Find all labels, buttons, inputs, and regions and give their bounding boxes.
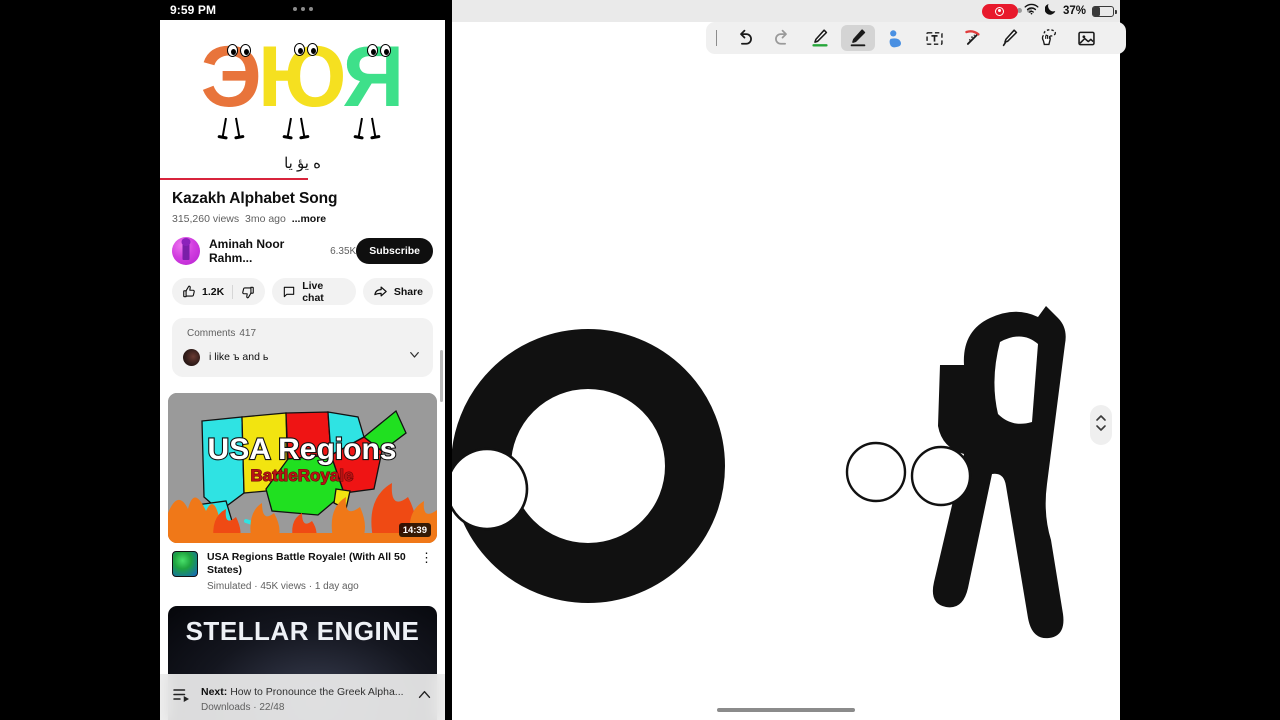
video-stats[interactable]: 315,260 views 3mo ago ...more xyxy=(172,213,433,225)
stellar-engine-title: STELLAR ENGINE xyxy=(185,616,420,647)
left-status-bar: 9:59 PM xyxy=(160,0,445,20)
svg-text:BattleRoyale: BattleRoyale xyxy=(251,466,354,485)
eyes-letter-yu xyxy=(293,43,318,56)
canvas-drawings xyxy=(445,306,1066,639)
thumbs-up-icon[interactable] xyxy=(182,285,196,299)
recommended-meta: Simulated · 45K views · 1 day ago xyxy=(207,581,359,593)
youtube-content: Э Ю Я ه يؤ يا Kazakh Alphabet Song 315,2… xyxy=(160,20,445,720)
video-player[interactable]: Э Ю Я ه يؤ يا xyxy=(160,20,445,180)
letter-ya: Я xyxy=(343,34,404,138)
subscriber-count: 6.35K xyxy=(330,245,357,257)
notes-drawing-app: 37% xyxy=(445,0,1126,720)
eyes-letter-e xyxy=(226,44,251,57)
comment-text: i like ъ and ь xyxy=(209,351,269,363)
legs-letter-yu xyxy=(286,117,306,138)
text-box-tool[interactable] xyxy=(917,25,951,51)
recommended-video-card[interactable]: USA Regions BattleRoyale 14:39 USA Regio… xyxy=(168,393,437,592)
page-navigator-button[interactable] xyxy=(1090,405,1112,445)
letter-e: Э xyxy=(201,34,262,138)
screen: 9:59 PM Э Ю Я ه يؤ يا Kazakh Alphabet So… xyxy=(0,0,1280,720)
pencil-tool[interactable] xyxy=(993,25,1027,51)
like-count: 1.2K xyxy=(202,285,225,298)
divider xyxy=(232,284,234,299)
thumbs-down-icon[interactable] xyxy=(241,285,255,299)
live-chat-button[interactable]: Live chat xyxy=(272,278,356,305)
youtube-slideover-panel: 9:59 PM Э Ю Я ه يؤ يا Kazakh Alphabet So… xyxy=(160,0,445,720)
subscribe-button[interactable]: Subscribe xyxy=(356,238,433,264)
letter-ya-shape xyxy=(845,306,1066,639)
next-title: How to Pronounce the Greek Alpha... xyxy=(230,685,404,698)
chat-bubble-icon xyxy=(282,285,296,299)
queue-play-icon xyxy=(172,687,191,707)
drawing-toolbar xyxy=(706,22,1126,54)
recommended-text: USA Regions Battle Royale! (With All 50 … xyxy=(207,551,416,592)
video-details-scroll: Kazakh Alphabet Song 315,260 views 3mo a… xyxy=(160,180,445,720)
queue-info: Downloads · 22/48 xyxy=(201,701,285,713)
next-line: Next: How to Pronounce the Greek Alpha..… xyxy=(201,686,404,698)
next-prefix: Next: xyxy=(201,685,228,698)
usa-map-graphic: USA Regions BattleRoyale xyxy=(168,393,437,543)
status-clock: 9:59 PM xyxy=(170,3,217,17)
video-thumbnail[interactable]: USA Regions BattleRoyale 14:39 xyxy=(168,393,437,543)
vertical-scrollbar[interactable] xyxy=(440,350,443,402)
chevron-up-icon[interactable] xyxy=(416,686,433,708)
video-duration-badge: 14:39 xyxy=(398,523,431,537)
battery-icon xyxy=(1092,5,1117,17)
magic-wand-tool[interactable] xyxy=(955,25,989,51)
share-arrow-icon xyxy=(373,284,388,299)
legs-letter-ya xyxy=(357,117,377,138)
comment-avatar xyxy=(183,348,200,366)
screen-recording-indicator[interactable] xyxy=(981,3,1018,19)
channel-name[interactable]: Aminah Noor Rahm... xyxy=(209,237,323,265)
avatar[interactable] xyxy=(172,237,200,265)
drawing-canvas[interactable] xyxy=(445,54,1120,704)
moon-icon xyxy=(1044,2,1057,20)
arabic-caption: ه يؤ يا xyxy=(284,155,321,172)
mini-player-text: Next: How to Pronounce the Greek Alpha..… xyxy=(201,682,410,713)
eyes-letter-ya xyxy=(366,44,391,57)
svg-text:USA Regions: USA Regions xyxy=(208,433,397,466)
home-indicator[interactable] xyxy=(717,708,855,712)
letter-o-shape xyxy=(445,329,725,603)
chevron-up-down-icon xyxy=(1095,411,1107,440)
share-label: Share xyxy=(393,285,423,298)
channel-avatar[interactable] xyxy=(172,551,198,577)
battery-percent: 37% xyxy=(1062,5,1086,17)
undo-button[interactable] xyxy=(727,25,761,51)
pen-tool[interactable] xyxy=(841,25,876,51)
letter-yu: Ю xyxy=(258,34,347,138)
video-meta: Kazakh Alphabet Song 315,260 views 3mo a… xyxy=(160,180,445,305)
ipad-status-bar: 37% xyxy=(981,0,1117,22)
live-chat-label: Live chat xyxy=(302,279,324,304)
redo-button[interactable] xyxy=(765,25,799,51)
lasso-select-tool[interactable] xyxy=(1031,25,1065,51)
top-comment-row[interactable]: i like ъ and ь xyxy=(183,347,422,367)
comments-count: 417 xyxy=(239,328,257,339)
overflow-menu-icon[interactable]: ⋮ xyxy=(420,551,433,592)
comments-card[interactable]: Comments 417 i like ъ and ь xyxy=(172,318,433,377)
comments-header: Comments 417 xyxy=(183,327,422,339)
legs-letter-e xyxy=(221,117,241,138)
upload-age: 3mo ago xyxy=(244,213,286,225)
recommended-title[interactable]: USA Regions Battle Royale! (With All 50 … xyxy=(207,551,416,577)
comments-label: Comments xyxy=(187,328,236,339)
action-buttons-row: 1.2K Live chat Share xyxy=(172,278,433,305)
video-frame-letters: Э Ю Я xyxy=(160,34,445,144)
page-title: Kazakh Alphabet Song xyxy=(172,190,338,207)
mini-player-bar[interactable]: Next: How to Pronounce the Greek Alpha..… xyxy=(160,674,445,720)
multitask-dots-handle[interactable] xyxy=(292,7,313,11)
channel-row: Aminah Noor Rahm... 6.35K Subscribe xyxy=(172,237,433,265)
recommended-video-info: USA Regions Battle Royale! (With All 50 … xyxy=(168,551,437,592)
view-count: 315,260 views xyxy=(172,213,240,225)
wifi-icon xyxy=(1024,2,1039,20)
toolbar-divider xyxy=(716,30,718,46)
share-button[interactable]: Share xyxy=(362,278,433,305)
insert-image-tool[interactable] xyxy=(1069,25,1103,51)
chevron-down-icon[interactable] xyxy=(407,347,422,367)
shape-tool[interactable] xyxy=(879,25,913,51)
highlighter-tool[interactable] xyxy=(803,25,837,51)
like-dislike-group[interactable]: 1.2K xyxy=(172,278,266,305)
more-link[interactable]: ...more xyxy=(292,213,326,225)
